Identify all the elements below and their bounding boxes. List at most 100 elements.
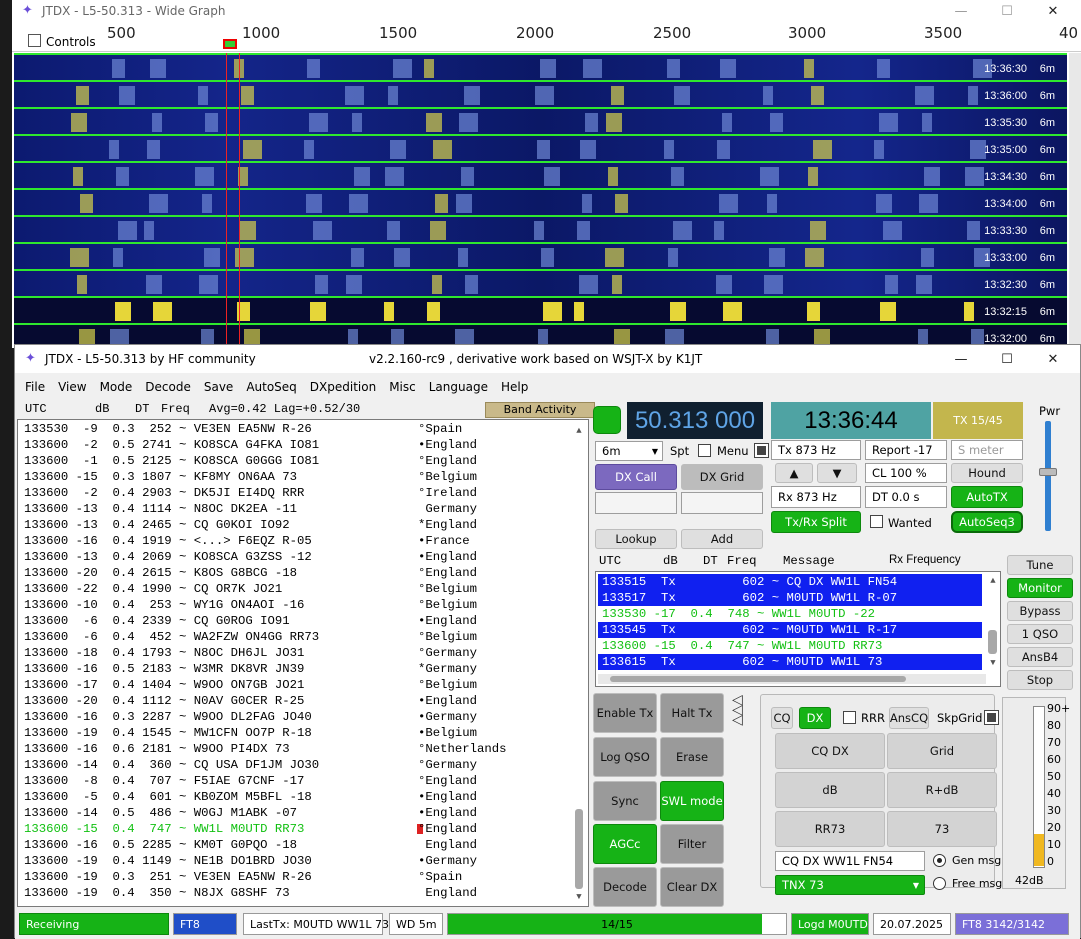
scroll-up-icon[interactable]: ▲ [574,426,584,436]
free-message-select[interactable]: TNX 73 ▼ [775,875,925,895]
band-activity-list[interactable]: 133530 -9 0.3 252 ~ VE3EN EA5NW R-26 °Spa… [17,419,589,907]
db-button[interactable]: dB [775,772,885,808]
scroll-up-icon[interactable]: ▲ [988,576,998,586]
agcc-button[interactable]: AGCc [593,824,657,864]
73-button[interactable]: 73 [887,811,997,847]
maximize-icon[interactable]: ☐ [984,0,1030,22]
gen-msg-radio[interactable] [933,854,946,867]
skpgrid-checkbox[interactable] [984,710,999,725]
rx-horizontal-thumb[interactable] [610,676,906,682]
band-activity-row[interactable]: 133600 -18 0.4 1793 ~ N8OC DH6JL JO31 °Ge… [24,645,477,661]
dx-call-input[interactable] [595,492,677,514]
clear-dx-button[interactable]: Clear DX [660,867,724,907]
dt-spinbox[interactable]: DT 0.0 s [865,486,947,508]
ansb4-button[interactable]: AnsB4 [1007,647,1073,667]
waterfall-scrollbar[interactable] [1069,53,1081,348]
band-activity-row[interactable]: 133600 -22 0.4 1990 ~ CQ OR7K JO21 °Belgi… [24,581,477,597]
band-activity-row[interactable]: 133600 -19 0.3 251 ~ VE3EN EA5NW R-26 °Sp… [24,869,462,885]
band-activity-row[interactable]: 133600 -15 0.4 747 ~ WW1L M0UTD RR73 °Eng… [24,821,477,837]
band-activity-row[interactable]: 133600 -19 0.4 1545 ~ MW1CFN OO7P R-18 •B… [24,725,477,741]
autotx-button[interactable]: AutoTX [951,486,1023,508]
erase-button[interactable]: Erase [660,737,724,777]
maximize-icon[interactable]: ☐ [984,348,1030,370]
rx-frequency-row[interactable]: 133517 Tx 602 ~ M0UTD WW1L R-07 [598,590,982,606]
controls-checkbox[interactable] [28,34,41,47]
halt-tx-button[interactable]: Halt Tx [660,693,724,733]
cq-button[interactable]: CQ [771,707,793,729]
hound-button[interactable]: Hound [951,463,1023,483]
grid-button[interactable]: Grid [887,733,997,769]
decode-button[interactable]: Decode [593,867,657,907]
menu-file[interactable]: File [25,380,45,394]
band-activity-row[interactable]: 133600 -10 0.4 253 ~ WY1G ON4AOI -16 °Bel… [24,597,477,613]
menu-view[interactable]: View [58,380,86,394]
band-activity-row[interactable]: 133600 -5 0.4 601 ~ KB0ZOM M5BFL -18 •Eng… [24,789,477,805]
band-activity-row[interactable]: 133600 -6 0.4 452 ~ WA2FZW ON4GG RR73 °Be… [24,629,477,645]
scroll-thumb[interactable] [575,809,583,889]
band-activity-row[interactable]: 133530 -9 0.3 252 ~ VE3EN EA5NW R-26 °Spa… [24,421,462,437]
tx-counter[interactable]: TX 15/45 [933,402,1023,439]
wanted-checkbox[interactable] [870,515,883,528]
band-activity-row[interactable]: 133600 -14 0.4 360 ~ CQ USA DF1JM JO30 °G… [24,757,477,773]
menu-autoseq[interactable]: AutoSeq [246,380,296,394]
menu-misc[interactable]: Misc [389,380,416,394]
band-activity-row[interactable]: 133600 -16 0.3 2287 ~ W9OO DL2FAG JO40 •G… [24,709,477,725]
band-activity-row[interactable]: 133600 -19 0.4 1149 ~ NE1B DO1BRD JO30 •G… [24,853,477,869]
band-activity-row[interactable]: 133600 -14 0.5 486 ~ W0GJ M1ABK -07 •Engl… [24,805,477,821]
band-activity-row[interactable]: 133600 -8 0.4 707 ~ F5IAE G7CNF -17 °Engl… [24,773,477,789]
tx-rx-split-button[interactable]: Tx/Rx Split [771,511,861,533]
anscq-button[interactable]: AnsCQ [889,707,929,729]
rx-frequency-row[interactable]: 133530 -17 0.4 748 ~ WW1L M0UTD -22 [598,606,982,622]
filter-button[interactable]: Filter [660,824,724,864]
menu-mode[interactable]: Mode [100,380,133,394]
set-tx-up-button[interactable]: ▲ [775,463,813,483]
minimize-icon[interactable]: — [938,0,984,22]
bypass-button[interactable]: Bypass [1007,601,1073,621]
band-activity-row[interactable]: 133600 -19 0.4 350 ~ N8JX G8SHF 73 Engla… [24,885,477,901]
rx-frequency-row[interactable]: 133615 Tx 602 ~ M0UTD WW1L 73 [598,654,982,670]
rx-frequency-spinbox[interactable]: Rx 873 Hz [771,486,861,508]
spt-checkbox[interactable] [698,444,711,457]
rx-frequency-list[interactable]: 133515 Tx 602 ~ CQ DX WW1L FN54 133517 Tx… [595,571,1001,687]
band-activity-row[interactable]: 133600 -1 0.5 2125 ~ KO8SCA G0GGG IO81 °E… [24,453,477,469]
band-activity-row[interactable]: 133600 -16 0.4 1919 ~ <...> F6EQZ R-05 •F… [24,533,470,549]
close-icon[interactable]: ✕ [1030,348,1076,370]
enable-tx-button[interactable]: Enable Tx [593,693,657,733]
rx-frequency-row[interactable]: 133545 Tx 602 ~ M0UTD WW1L R-17 [598,622,982,638]
band-activity-row[interactable]: 133600 -2 0.5 2741 ~ KO8SCA G4FKA IO81 •E… [24,437,477,453]
dx-button[interactable]: DX [799,707,831,729]
tab-arrows-icon[interactable]: ◁ ◁ ◁ [732,693,752,727]
cl-spinbox[interactable]: CL 100 % [865,463,947,483]
r-db-button[interactable]: R+dB [887,772,997,808]
log-qso-button[interactable]: Log QSO [593,737,657,777]
band-activity-row[interactable]: 133600 -13 0.4 2465 ~ CQ G0KOI IO92 *Engl… [24,517,477,533]
close-icon[interactable]: ✕ [1030,0,1076,22]
minimize-icon[interactable]: — [938,348,984,370]
menu-decode[interactable]: Decode [145,380,191,394]
menu-save[interactable]: Save [204,380,233,394]
rx-frequency-row[interactable]: 133515 Tx 602 ~ CQ DX WW1L FN54 [598,574,982,590]
rr73-button[interactable]: RR73 [775,811,885,847]
band-activity-row[interactable]: 133600 -20 0.4 1112 ~ N0AV G0CER R-25 •En… [24,693,477,709]
menu-checkbox[interactable] [754,443,769,458]
band-activity-row[interactable]: 133600 -16 0.6 2181 ~ W9OO PI4DX 73 °Neth… [24,741,507,757]
add-button[interactable]: Add [681,529,763,549]
band-activity-row[interactable]: 133600 -20 0.4 2615 ~ K8OS G8BCG -18 °Eng… [24,565,477,581]
pwr-slider-handle[interactable] [1039,468,1057,476]
menu-dxpedition[interactable]: DXpedition [310,380,376,394]
frequency-scale[interactable]: 500 1000 1500 2000 2500 3000 3500 40 [12,22,1081,52]
one-qso-button[interactable]: 1 QSO [1007,624,1073,644]
cq-dx-button[interactable]: CQ DX [775,733,885,769]
generated-message-field[interactable]: CQ DX WW1L FN54 [775,851,925,871]
scroll-down-icon[interactable]: ▼ [988,658,998,668]
band-activity-row[interactable]: 133600 -16 0.5 2183 ~ W3MR DK8VR JN39 *Ge… [24,661,477,677]
tx-frequency-spinbox[interactable]: Tx 873 Hz [771,440,861,460]
menu-language[interactable]: Language [429,380,488,394]
lookup-button[interactable]: Lookup [595,529,677,549]
monitor-button[interactable]: Monitor [1007,578,1073,598]
free-msg-radio[interactable] [933,877,946,890]
band-activity-row[interactable]: 133600 -17 0.4 1404 ~ W9OO ON7GB JO21 °Be… [24,677,477,693]
swl-mode-button[interactable]: SWL mode [660,781,724,821]
sync-button[interactable]: Sync [593,781,657,821]
pwr-slider-track[interactable] [1045,421,1051,531]
